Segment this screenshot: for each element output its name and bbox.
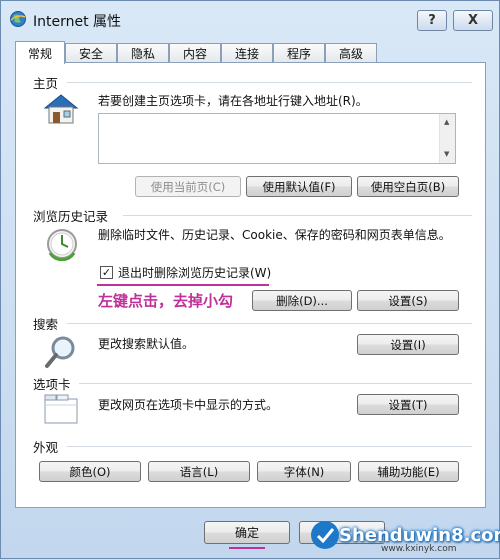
tabs-settings-button[interactable]: 设置(T) [357, 394, 459, 415]
homepage-section-label: 主页 [33, 76, 59, 91]
ok-annotation-underline [229, 547, 265, 549]
homepage-url-textarea[interactable]: ▲ ▼ [98, 113, 456, 164]
use-blank-button[interactable]: 使用空白页(B) [357, 176, 459, 197]
annotation-underline [97, 284, 269, 286]
watermark-logo-icon [311, 521, 339, 549]
search-divider [67, 323, 472, 324]
search-section-label: 搜索 [33, 317, 59, 332]
fonts-button[interactable]: 字体(N) [257, 461, 351, 482]
history-clock-icon [47, 229, 77, 261]
scroll-down-arrow-icon[interactable]: ▼ [444, 150, 449, 158]
search-magnifier-icon [45, 336, 75, 368]
colors-button[interactable]: 颜色(O) [39, 461, 141, 482]
title-bar[interactable]: Internet 属性 ? X [1, 1, 499, 37]
internet-globe-icon [10, 11, 26, 27]
ok-button[interactable]: 确定 [204, 521, 290, 544]
help-button[interactable]: ? [417, 10, 447, 31]
languages-button[interactable]: 语言(L) [148, 461, 250, 482]
tabs-description: 更改网页在选项卡中显示的方式。 [98, 398, 279, 412]
tab-privacy[interactable]: 隐私 [117, 43, 169, 63]
search-description: 更改搜索默认值。 [98, 337, 195, 351]
watermark-url: www.kxinyk.com [381, 544, 457, 554]
use-default-button[interactable]: 使用默认值(F) [246, 176, 352, 197]
history-settings-button[interactable]: 设置(S) [357, 290, 459, 311]
homepage-url-scrollbar[interactable]: ▲ ▼ [439, 114, 455, 163]
delete-history-button[interactable]: 删除(D)... [252, 290, 352, 311]
tabs-divider [79, 383, 472, 384]
tab-advanced[interactable]: 高级 [325, 43, 377, 63]
tab-programs[interactable]: 程序 [273, 43, 325, 63]
tab-content[interactable]: 内容 [169, 43, 221, 63]
internet-properties-dialog: Internet 属性 ? X 常规 安全 隐私 内容 连接 程序 高级 主页 … [0, 0, 500, 559]
appearance-divider [67, 446, 472, 447]
tabs-section-label: 选项卡 [33, 377, 71, 392]
tab-connections[interactable]: 连接 [221, 43, 273, 63]
homepage-divider [67, 82, 472, 83]
window-title: Internet 属性 [33, 14, 122, 30]
history-divider [123, 215, 472, 216]
delete-on-exit-checkbox[interactable]: ✓ [100, 266, 113, 279]
home-house-icon [43, 94, 79, 124]
watermark-text: Shenduwin8.com [339, 525, 500, 546]
history-description: 删除临时文件、历史记录、Cookie、保存的密码和网页表单信息。 [98, 228, 451, 242]
scroll-up-arrow-icon[interactable]: ▲ [444, 118, 449, 126]
appearance-section-label: 外观 [33, 440, 59, 455]
search-settings-button[interactable]: 设置(I) [357, 334, 459, 355]
tab-security[interactable]: 安全 [65, 43, 117, 63]
delete-on-exit-label[interactable]: 退出时删除浏览历史记录(W) [118, 265, 271, 281]
annotation-text: 左键点击，去掉小勾 [98, 292, 234, 310]
history-section-label: 浏览历史记录 [33, 209, 109, 224]
homepage-instruction: 若要创建主页选项卡，请在各地址行键入地址(R)。 [98, 94, 368, 108]
accessibility-button[interactable]: 辅助功能(E) [358, 461, 459, 482]
use-current-page-button[interactable]: 使用当前页(C) [135, 176, 241, 197]
tabs-window-icon [44, 394, 78, 424]
tab-general[interactable]: 常规 [15, 41, 65, 64]
close-button[interactable]: X [453, 10, 493, 31]
